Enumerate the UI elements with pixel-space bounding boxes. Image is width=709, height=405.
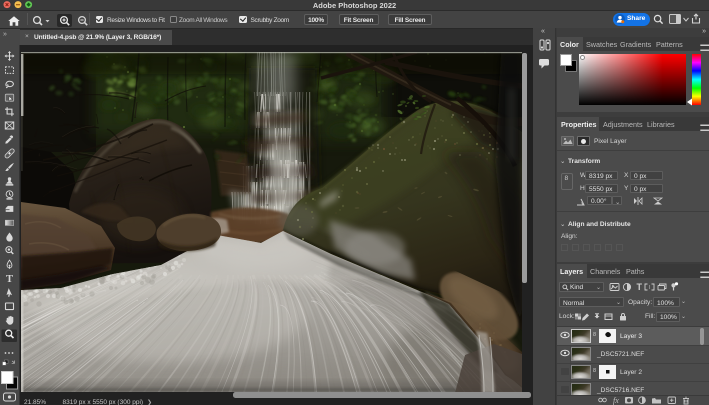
svg-text:T: T	[637, 282, 643, 292]
svg-text:T: T	[6, 274, 13, 285]
svg-text:fx: fx	[613, 396, 619, 405]
